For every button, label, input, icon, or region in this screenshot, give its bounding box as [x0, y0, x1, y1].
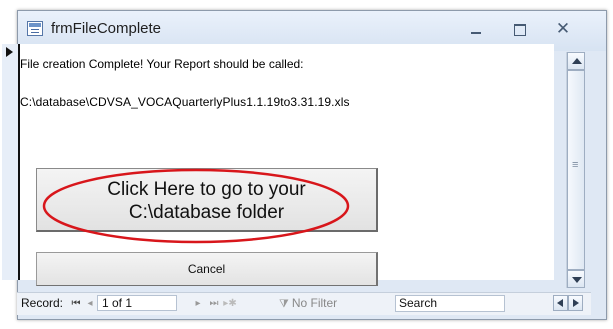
- go-to-folder-label-line2: C:\database folder: [128, 202, 285, 223]
- go-to-folder-button[interactable]: Click Here to go to your C:\database fol…: [36, 168, 378, 232]
- maximize-icon[interactable]: [507, 19, 533, 39]
- scroll-left-icon[interactable]: [553, 295, 568, 311]
- vertical-scrollbar[interactable]: [566, 52, 585, 288]
- last-record-icon[interactable]: ⏭: [207, 296, 221, 311]
- record-position-field[interactable]: 1 of 1: [97, 295, 177, 311]
- completion-message: File creation Complete! Your Report shou…: [20, 57, 304, 71]
- record-navigation-bar: Record: ⏮ ◂ 1 of 1 ▸ ⏭ ▸✱ ⧩ No Filter Sea…: [17, 292, 591, 315]
- cancel-button[interactable]: Cancel: [36, 252, 378, 286]
- scroll-up-icon[interactable]: [567, 52, 585, 70]
- window-title: frmFileComplete: [51, 20, 162, 37]
- report-file-path: C:\database\CDVSA_VOCAQuarterlyPlus1.1.1…: [20, 95, 350, 109]
- filter-icon: ⧩: [279, 298, 289, 310]
- scroll-thumb[interactable]: [567, 70, 585, 270]
- previous-record-icon[interactable]: ◂: [83, 296, 97, 311]
- record-label: Record:: [21, 296, 64, 310]
- filter-toggle[interactable]: ⧩ No Filter: [279, 296, 337, 311]
- form-body: [2, 44, 554, 280]
- form-icon: [27, 21, 43, 36]
- close-icon[interactable]: ✕: [550, 19, 576, 39]
- search-input[interactable]: Search: [395, 295, 505, 312]
- minimize-icon[interactable]: [463, 19, 489, 39]
- go-to-folder-label-line1: Click Here to go to your: [107, 179, 306, 200]
- first-record-icon[interactable]: ⏮: [69, 296, 83, 311]
- record-selector[interactable]: [2, 44, 20, 280]
- next-record-icon[interactable]: ▸: [191, 296, 205, 311]
- new-record-icon[interactable]: ▸✱: [223, 296, 237, 311]
- filter-label: No Filter: [291, 296, 338, 310]
- scroll-down-icon[interactable]: [567, 270, 585, 288]
- scroll-right-icon[interactable]: [568, 295, 583, 311]
